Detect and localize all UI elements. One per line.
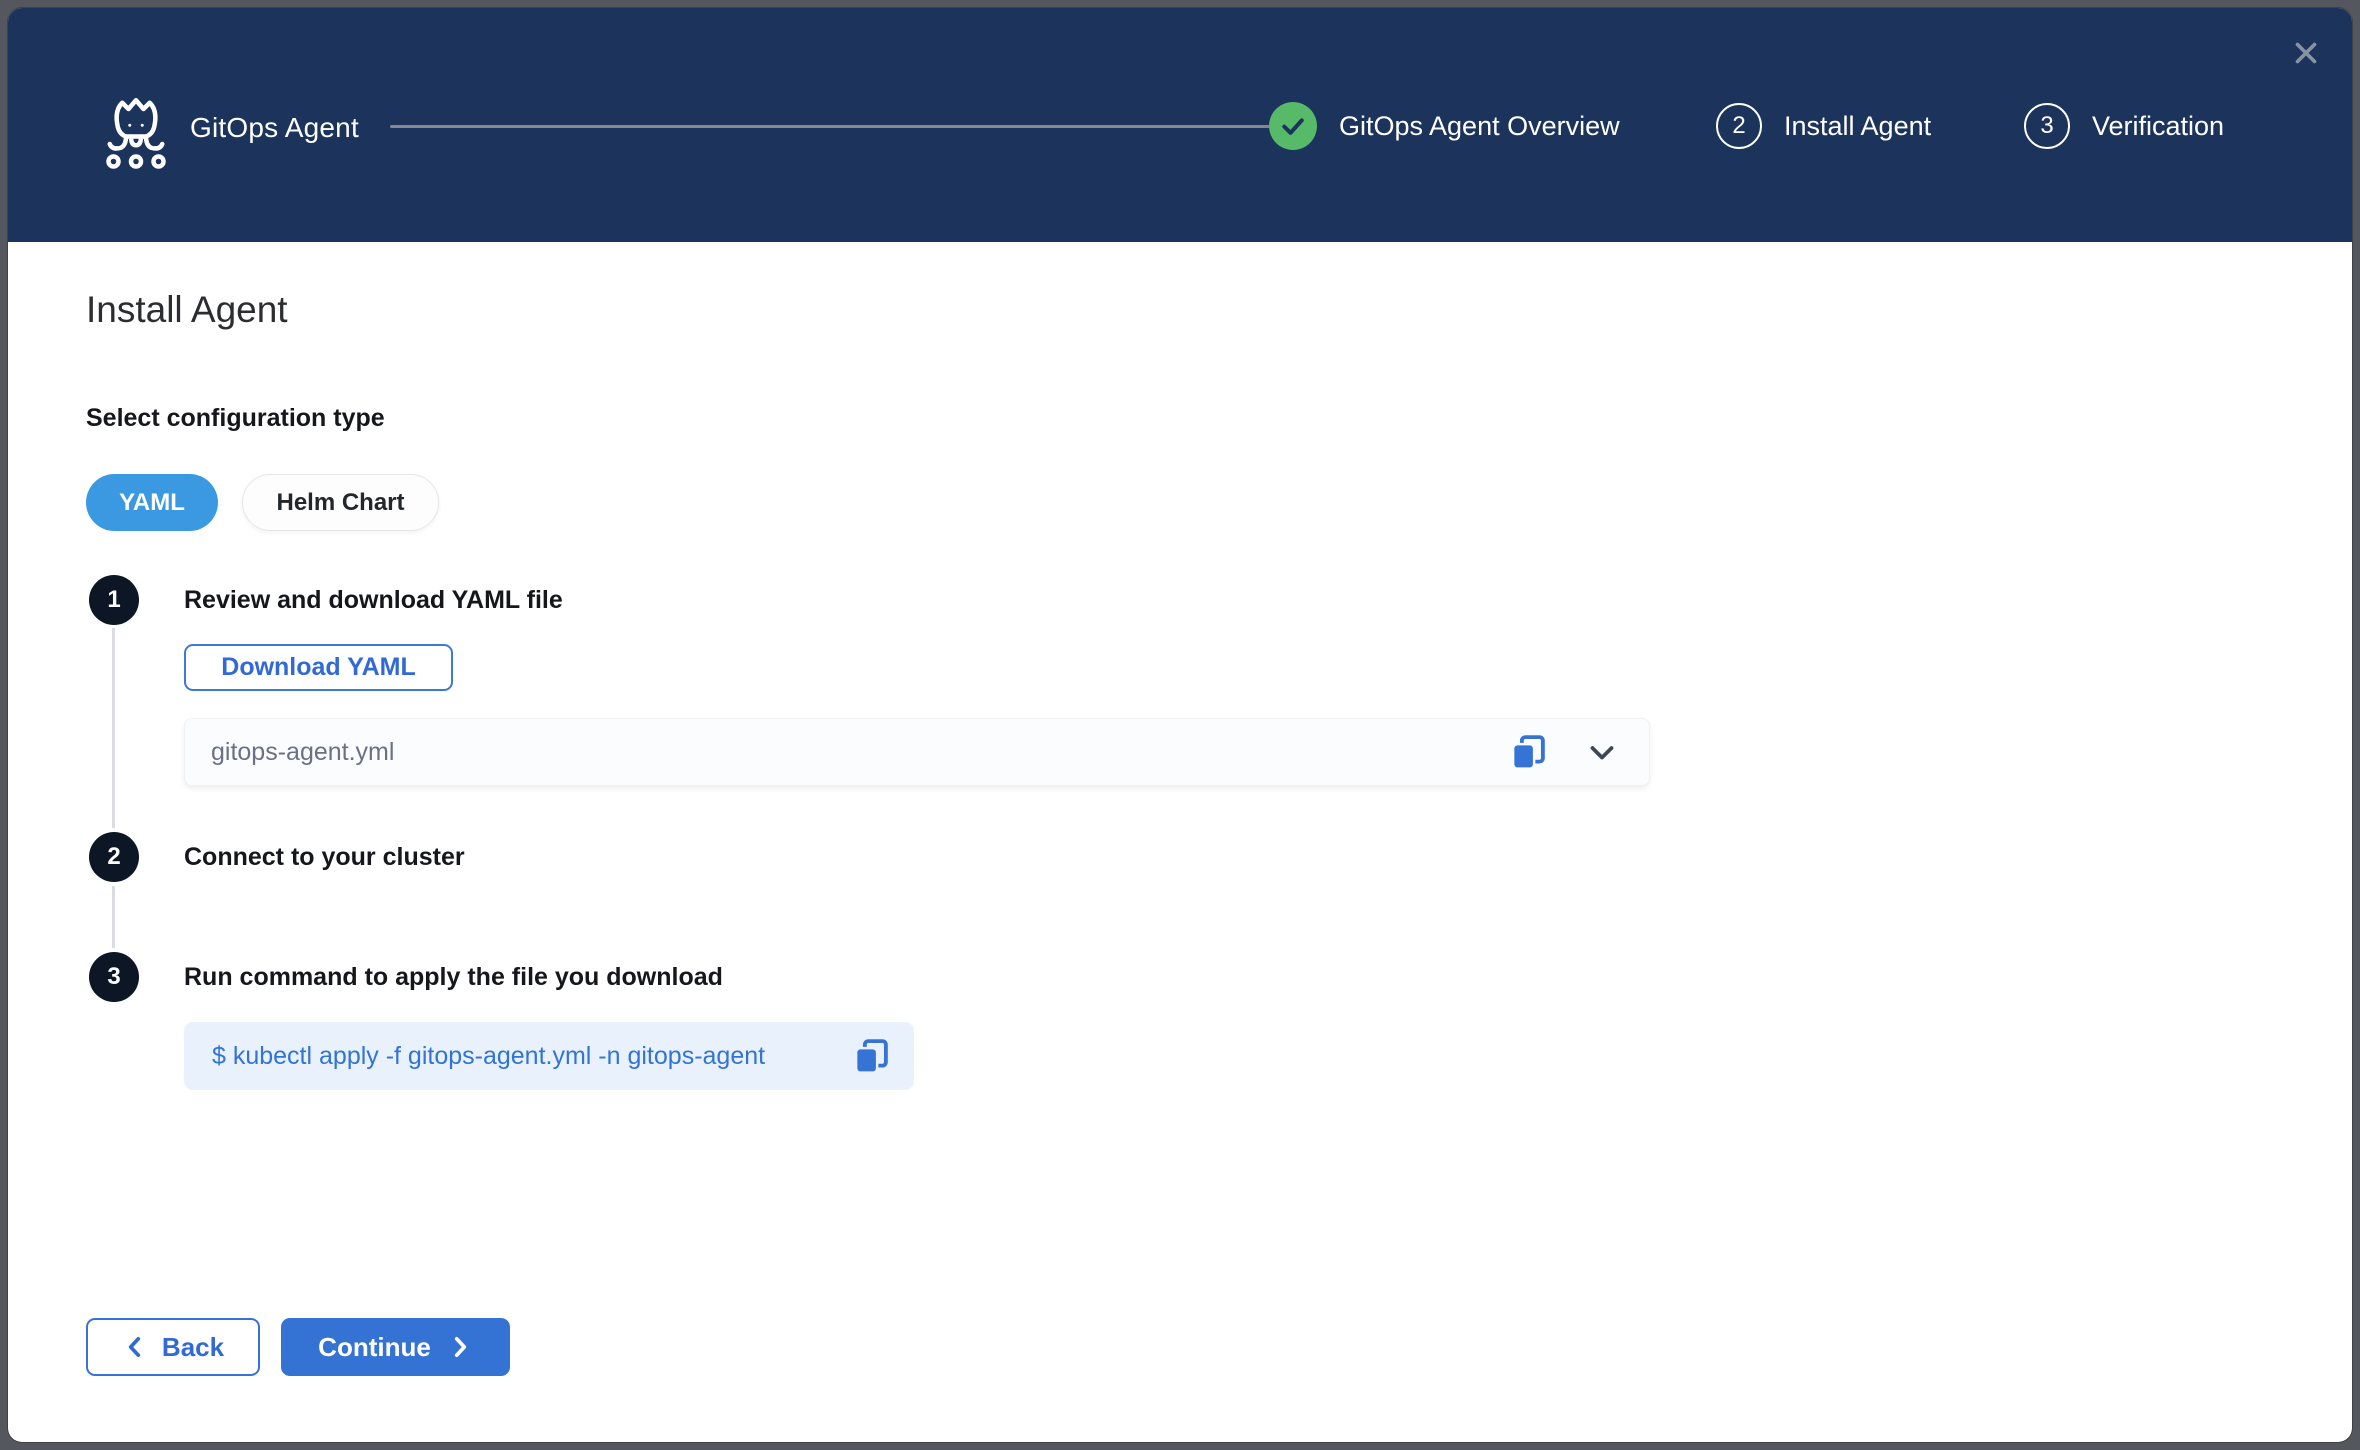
config-option-helm-chart[interactable]: Helm Chart bbox=[242, 474, 439, 531]
copy-icon bbox=[1507, 731, 1549, 773]
page-title: Install Agent bbox=[86, 289, 288, 331]
chevron-left-icon bbox=[122, 1334, 148, 1360]
wizard-step-install-agent[interactable]: 2 Install Agent bbox=[1716, 100, 1931, 152]
chevron-right-icon bbox=[447, 1334, 473, 1360]
step-number-badge: 2 bbox=[1716, 103, 1762, 149]
gitops-agent-logo-icon bbox=[96, 94, 176, 174]
close-icon bbox=[2289, 36, 2323, 70]
wizard-step-label: GitOps Agent Overview bbox=[1339, 111, 1620, 142]
wizard-title: GitOps Agent bbox=[190, 108, 359, 148]
step-3-badge: 3 bbox=[89, 952, 139, 1002]
config-type-label: Select configuration type bbox=[86, 404, 385, 433]
header-divider bbox=[390, 125, 1270, 128]
continue-button-label: Continue bbox=[318, 1332, 431, 1363]
copy-yaml-button[interactable] bbox=[1505, 729, 1551, 775]
step-number-badge: 3 bbox=[2024, 103, 2070, 149]
back-button[interactable]: Back bbox=[86, 1318, 260, 1376]
step-3-title: Run command to apply the file you downlo… bbox=[184, 963, 723, 992]
step-2-badge: 2 bbox=[89, 832, 139, 882]
step-connector-line bbox=[112, 628, 115, 828]
wizard-step-label: Verification bbox=[2092, 111, 2224, 142]
back-button-label: Back bbox=[162, 1332, 224, 1363]
gitops-agent-wizard-dialog: GitOps Agent GitOps Agent Overview 2 Ins… bbox=[8, 8, 2352, 1442]
copy-icon bbox=[850, 1035, 892, 1077]
expand-yaml-button[interactable] bbox=[1579, 729, 1625, 775]
step-2-title: Connect to your cluster bbox=[184, 843, 465, 872]
config-option-yaml[interactable]: YAML bbox=[86, 474, 218, 531]
wizard-step-verification[interactable]: 3 Verification bbox=[2024, 100, 2224, 152]
step-connector-line bbox=[112, 886, 115, 948]
step-1-badge: 1 bbox=[89, 575, 139, 625]
yaml-file-name: gitops-agent.yml bbox=[211, 738, 1505, 767]
yaml-file-accordion[interactable]: gitops-agent.yml bbox=[184, 718, 1650, 786]
continue-button[interactable]: Continue bbox=[281, 1318, 510, 1376]
apply-command-snippet: $ kubectl apply -f gitops-agent.yml -n g… bbox=[184, 1022, 914, 1090]
chevron-down-icon bbox=[1583, 733, 1621, 771]
apply-command-text: $ kubectl apply -f gitops-agent.yml -n g… bbox=[212, 1042, 848, 1071]
wizard-step-overview[interactable]: GitOps Agent Overview bbox=[1269, 100, 1620, 152]
copy-command-button[interactable] bbox=[848, 1033, 894, 1079]
download-yaml-button[interactable]: Download YAML bbox=[184, 644, 453, 691]
step-1-title: Review and download YAML file bbox=[184, 586, 563, 615]
wizard-header: GitOps Agent GitOps Agent Overview 2 Ins… bbox=[8, 8, 2352, 242]
wizard-step-label: Install Agent bbox=[1784, 111, 1931, 142]
close-button[interactable] bbox=[2284, 31, 2328, 75]
check-circle-icon bbox=[1269, 102, 1317, 150]
